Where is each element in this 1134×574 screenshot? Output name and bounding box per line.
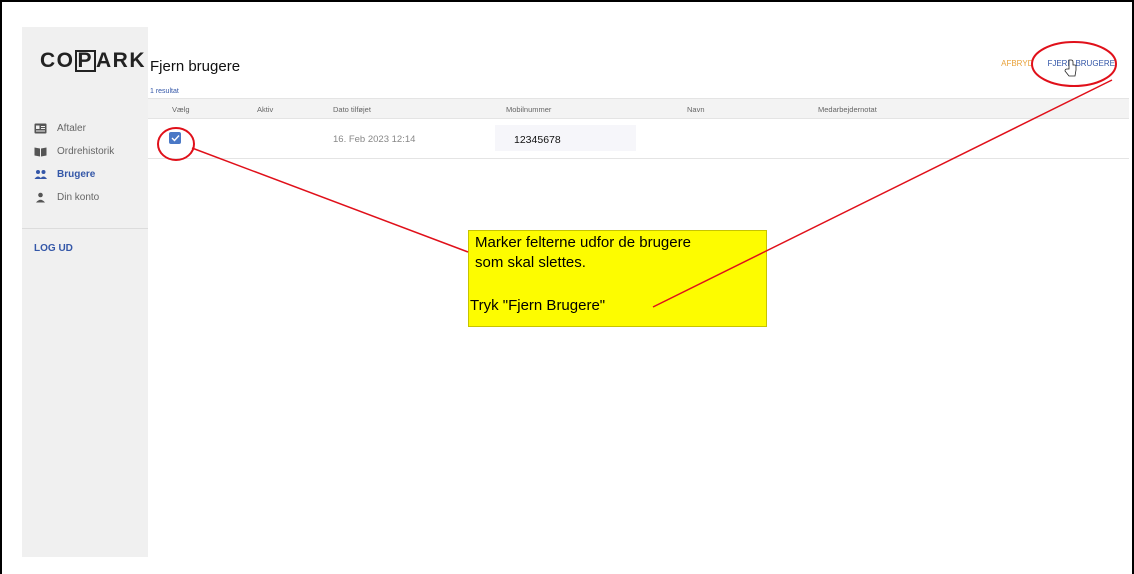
users-icon xyxy=(34,168,47,181)
column-header[interactable]: Vælg xyxy=(172,105,190,114)
table-row[interactable]: 16. Feb 2023 12:14 12345678 xyxy=(148,120,1129,159)
contact-card-icon xyxy=(34,122,47,135)
remove-users-button[interactable]: FJERN BRUGERE xyxy=(1047,59,1115,68)
column-header[interactable]: Medarbejdernotat xyxy=(818,105,877,114)
column-header[interactable]: Mobilnummer xyxy=(506,105,551,114)
sidebar: CO P ARK Aftaler Ordrehistorik Brugere D… xyxy=(22,27,148,557)
open-book-icon xyxy=(34,145,47,158)
sidebar-item-label: Aftaler xyxy=(57,123,86,134)
sidebar-item-label: Brugere xyxy=(57,169,96,180)
column-header[interactable]: Navn xyxy=(687,105,705,114)
table-header: Vælg Aktiv Dato tilføjet Mobilnummer Nav… xyxy=(148,98,1129,119)
column-header[interactable]: Dato tilføjet xyxy=(333,105,371,114)
annotation-line: Tryk "Fjern Brugere" xyxy=(470,297,606,314)
result-count: 1 resultat xyxy=(150,88,179,95)
logo-boxed-letter: P xyxy=(74,50,97,72)
annotation-line: som skal slettes. xyxy=(475,254,586,271)
copark-logo[interactable]: CO P ARK xyxy=(40,49,146,73)
header-actions: AFBRYD FJERN BRUGERE xyxy=(1001,59,1115,68)
sidebar-item-label: Ordrehistorik xyxy=(57,146,115,157)
select-checkbox[interactable] xyxy=(169,132,181,144)
sidebar-item-brugere[interactable]: Brugere xyxy=(34,163,144,186)
annotation-callout: Marker felterne udfor de brugere som ska… xyxy=(468,230,767,327)
sidebar-nav: Aftaler Ordrehistorik Brugere Din konto xyxy=(34,117,144,209)
logo-prefix: CO xyxy=(40,49,75,72)
date-added-cell: 16. Feb 2023 12:14 xyxy=(333,134,416,145)
column-header[interactable]: Aktiv xyxy=(257,105,273,114)
sidebar-divider xyxy=(22,228,148,229)
mobile-number-cell: 12345678 xyxy=(495,125,636,151)
sidebar-item-ordrehistorik[interactable]: Ordrehistorik xyxy=(34,140,144,163)
annotation-line: Marker felterne udfor de brugere xyxy=(475,234,691,251)
page-title: Fjern brugere xyxy=(150,58,241,75)
checkmark-icon xyxy=(171,135,180,142)
cancel-button[interactable]: AFBRYD xyxy=(1001,59,1033,68)
sidebar-item-aftaler[interactable]: Aftaler xyxy=(34,117,144,140)
logout-link[interactable]: LOG UD xyxy=(34,243,73,254)
person-icon xyxy=(34,191,47,204)
sidebar-item-label: Din konto xyxy=(57,192,100,203)
logo-suffix: ARK xyxy=(96,49,147,72)
sidebar-item-din-konto[interactable]: Din konto xyxy=(34,186,144,209)
